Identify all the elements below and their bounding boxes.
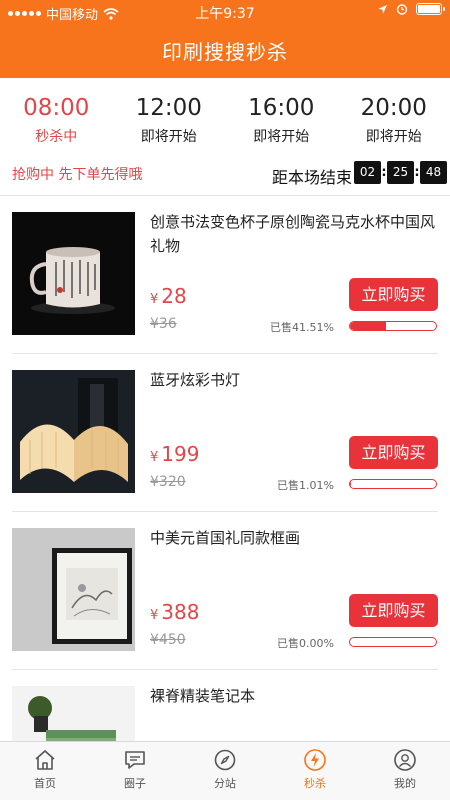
framed-painting-image[interactable]: [12, 528, 135, 651]
sold-percentage: 已售41.51%: [270, 321, 334, 334]
tab-mine[interactable]: 我的: [360, 742, 450, 800]
time-slot-status: 即将开始: [253, 129, 310, 145]
chat-icon: [125, 751, 145, 769]
original-price: ¥320: [150, 474, 186, 490]
home-icon: [35, 750, 55, 770]
buy-now-button[interactable]: 立即购买: [349, 594, 438, 627]
product-item[interactable]: 裸脊精装笔记本: [0, 670, 450, 741]
tab-label: 分站: [214, 777, 236, 790]
sold-progress-bar: [349, 321, 437, 331]
notebook-image[interactable]: [12, 686, 135, 741]
tab-label: 首页: [34, 777, 56, 790]
time-slot-2000[interactable]: 20:00 即将开始: [338, 92, 450, 152]
countdown-seconds: 48: [420, 161, 447, 184]
product-item[interactable]: 蓝牙炫彩书灯 ¥199 ¥320 立即购买 已售1.01%: [0, 354, 450, 512]
tab-label: 秒杀: [304, 777, 326, 790]
countdown-label: 距本场结束: [272, 168, 353, 187]
bottom-tab-bar: 首页 圈子 分站 秒杀 我的: [0, 741, 450, 800]
buy-now-button[interactable]: 立即购买: [349, 278, 438, 311]
sold-progress-bar: [349, 479, 437, 489]
product-item[interactable]: 创意书法变色杯子原创陶瓷马克水杯中国风礼物 ¥28 ¥36 立即购买 已售41.…: [0, 196, 450, 354]
product-name: 蓝牙炫彩书灯: [150, 371, 241, 389]
countdown-timer: 02 : 25 : 48: [354, 161, 447, 184]
product-price: ¥199: [150, 442, 200, 466]
time-slot-time: 20:00: [360, 95, 427, 121]
tab-home[interactable]: 首页: [0, 742, 90, 800]
time-slot-time: 16:00: [248, 95, 315, 121]
status-bar: 中国移动 上午9:37: [0, 0, 450, 24]
time-slot-1200[interactable]: 12:00 即将开始: [113, 92, 226, 152]
buy-now-button[interactable]: 立即购买: [349, 436, 438, 469]
product-name: 创意书法变色杯子原创陶瓷马克水杯中国风礼物: [150, 213, 436, 255]
time-slot-1600[interactable]: 16:00 即将开始: [225, 92, 338, 152]
user-icon: [394, 749, 416, 771]
time-slot-status: 即将开始: [365, 129, 422, 145]
countdown-minutes: 25: [387, 161, 414, 184]
session-info: 抢购中 先下单先得哦 距本场结束 02 : 25 : 48: [0, 158, 450, 192]
time-slot-0800[interactable]: 08:00 秒杀中: [0, 92, 113, 152]
product-item[interactable]: 中美元首国礼同款框画 ¥388 ¥450 立即购买 已售0.00%: [0, 512, 450, 670]
original-price: ¥36: [150, 316, 177, 332]
page-title: 印刷搜搜秒杀: [162, 40, 288, 64]
original-price: ¥450: [150, 632, 186, 648]
product-price: ¥388: [150, 600, 200, 624]
time-slot-status: 即将开始: [140, 129, 197, 145]
lightning-icon: [304, 749, 326, 771]
calligraphy-mug-image[interactable]: [12, 212, 135, 335]
product-name: 裸脊精装笔记本: [150, 687, 256, 705]
time-slot-tabs: 08:00 秒杀中 12:00 即将开始 16:00 即将开始 20:00 即将…: [0, 92, 450, 152]
sold-progress-fill: [350, 480, 351, 488]
alarm-icon: [396, 4, 408, 15]
tab-circle[interactable]: 圈子: [90, 742, 180, 800]
sold-progress-fill: [350, 322, 386, 330]
tab-flash-sale[interactable]: 秒杀: [270, 742, 360, 800]
sold-percentage: 已售1.01%: [277, 479, 334, 492]
rush-hint: 抢购中 先下单先得哦: [12, 167, 143, 183]
location-icon: [378, 4, 387, 14]
book-lamp-image[interactable]: [12, 370, 135, 493]
tab-label: 我的: [394, 777, 416, 790]
tab-substation[interactable]: 分站: [180, 742, 270, 800]
product-name: 中美元首国礼同款框画: [150, 529, 301, 547]
top-bar: 中国移动 上午9:37 印刷搜搜秒杀: [0, 0, 450, 78]
compass-icon: [214, 749, 236, 771]
time-slot-time: 12:00: [135, 95, 202, 121]
time-slot-time: 08:00: [23, 95, 90, 121]
sold-percentage: 已售0.00%: [277, 637, 334, 650]
tab-label: 圈子: [124, 777, 146, 790]
battery-icon: [416, 3, 445, 15]
product-list: 创意书法变色杯子原创陶瓷马克水杯中国风礼物 ¥28 ¥36 立即购买 已售41.…: [0, 196, 450, 741]
time-slot-status: 秒杀中: [35, 129, 78, 145]
countdown-hours: 02: [354, 161, 381, 184]
product-price: ¥28: [150, 284, 187, 308]
sold-progress-bar: [349, 637, 437, 647]
